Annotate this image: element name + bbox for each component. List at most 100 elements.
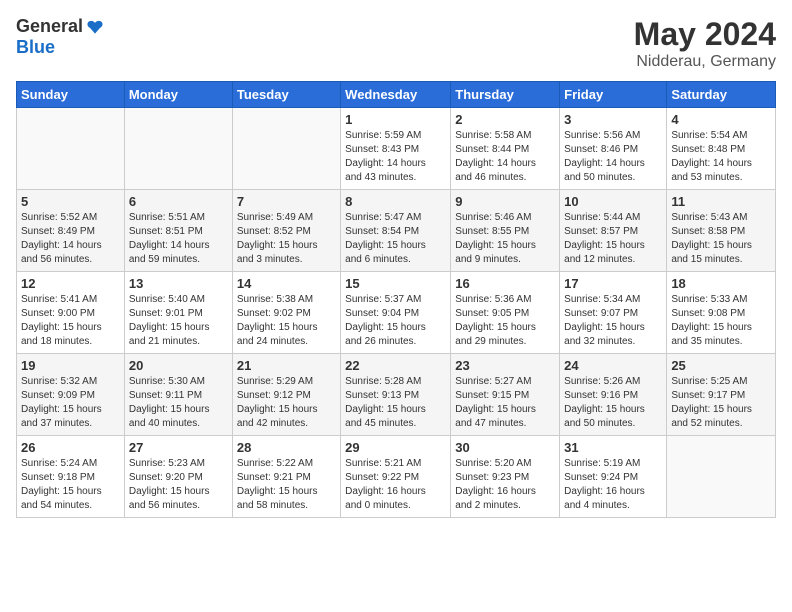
table-row: 6 Sunrise: 5:51 AM Sunset: 8:51 PM Daylig… xyxy=(124,190,232,272)
table-row: 26 Sunrise: 5:24 AM Sunset: 9:18 PM Dayli… xyxy=(17,436,125,518)
table-row: 21 Sunrise: 5:29 AM Sunset: 9:12 PM Dayli… xyxy=(232,354,340,436)
day-info: Sunrise: 5:47 AM Sunset: 8:54 PM Dayligh… xyxy=(345,211,446,267)
day-info: Sunrise: 5:29 AM Sunset: 9:12 PM Dayligh… xyxy=(237,375,336,431)
day-info: Sunrise: 5:33 AM Sunset: 9:08 PM Dayligh… xyxy=(671,293,771,349)
calendar-week-row: 19Sunrise: 5:32 AM Sunset: 9:09 PM Dayli… xyxy=(17,354,776,436)
table-row: 20Sunrise: 5:30 AM Sunset: 9:11 PM Dayli… xyxy=(124,354,232,436)
table-row: 10Sunrise: 5:44 AM Sunset: 8:57 PM Dayli… xyxy=(560,190,667,272)
day-number: 5 xyxy=(21,194,120,209)
day-number: 10 xyxy=(564,194,662,209)
logo-blue-text: Blue xyxy=(16,37,55,57)
table-row: 30 Sunrise: 5:20 AM Sunset: 9:23 PM Dayli… xyxy=(451,436,560,518)
table-row: 24 Sunrise: 5:26 AM Sunset: 9:16 PM Dayli… xyxy=(560,354,667,436)
day-number: 7 xyxy=(237,194,336,209)
day-info: Sunrise: 5:23 AM Sunset: 9:20 PM Dayligh… xyxy=(129,457,228,513)
day-number: 15 xyxy=(345,276,446,291)
weekday-header-row: Sunday Monday Tuesday Wednesday Thursday… xyxy=(17,82,776,108)
day-info: Sunrise: 5:52 AM Sunset: 8:49 PM Dayligh… xyxy=(21,211,120,267)
day-number: 23 xyxy=(455,358,555,373)
day-info: Sunrise: 5:51 AM Sunset: 8:51 PM Dayligh… xyxy=(129,211,228,267)
header-sunday: Sunday xyxy=(17,82,125,108)
table-row: 8 Sunrise: 5:47 AM Sunset: 8:54 PM Daylig… xyxy=(341,190,451,272)
table-row: 12 Sunrise: 5:41 AM Sunset: 9:00 PM Dayli… xyxy=(17,272,125,354)
header-thursday: Thursday xyxy=(451,82,560,108)
day-info: Sunrise: 5:25 AM Sunset: 9:17 PM Dayligh… xyxy=(671,375,771,431)
day-info: Sunrise: 5:20 AM Sunset: 9:23 PM Dayligh… xyxy=(455,457,555,513)
table-row xyxy=(17,108,125,190)
day-number: 27 xyxy=(129,440,228,455)
day-number: 1 xyxy=(345,112,446,127)
day-number: 16 xyxy=(455,276,555,291)
day-number: 19 xyxy=(21,358,120,373)
day-number: 8 xyxy=(345,194,446,209)
table-row: 1 Sunrise: 5:59 AM Sunset: 8:43 PM Daylig… xyxy=(341,108,451,190)
day-number: 2 xyxy=(455,112,555,127)
day-number: 26 xyxy=(21,440,120,455)
table-row: 11Sunrise: 5:43 AM Sunset: 8:58 PM Dayli… xyxy=(667,190,776,272)
table-row: 16 Sunrise: 5:36 AM Sunset: 9:05 PM Dayli… xyxy=(451,272,560,354)
day-number: 17 xyxy=(564,276,662,291)
table-row: 27 Sunrise: 5:23 AM Sunset: 9:20 PM Dayli… xyxy=(124,436,232,518)
day-number: 13 xyxy=(129,276,228,291)
day-info: Sunrise: 5:41 AM Sunset: 9:00 PM Dayligh… xyxy=(21,293,120,349)
day-info: Sunrise: 5:49 AM Sunset: 8:52 PM Dayligh… xyxy=(237,211,336,267)
day-number: 21 xyxy=(237,358,336,373)
day-info: Sunrise: 5:27 AM Sunset: 9:15 PM Dayligh… xyxy=(455,375,555,431)
day-info: Sunrise: 5:36 AM Sunset: 9:05 PM Dayligh… xyxy=(455,293,555,349)
day-info: Sunrise: 5:59 AM Sunset: 8:43 PM Dayligh… xyxy=(345,129,446,185)
table-row: 7 Sunrise: 5:49 AM Sunset: 8:52 PM Daylig… xyxy=(232,190,340,272)
header-tuesday: Tuesday xyxy=(232,82,340,108)
day-number: 22 xyxy=(345,358,446,373)
calendar-table: Sunday Monday Tuesday Wednesday Thursday… xyxy=(16,81,776,518)
day-number: 14 xyxy=(237,276,336,291)
day-info: Sunrise: 5:19 AM Sunset: 9:24 PM Dayligh… xyxy=(564,457,662,513)
header: General Blue May 2024 Nidderau, Germany xyxy=(16,16,776,71)
table-row: 3 Sunrise: 5:56 AM Sunset: 8:46 PM Daylig… xyxy=(560,108,667,190)
title-block: May 2024 Nidderau, Germany xyxy=(634,16,776,71)
title-location: Nidderau, Germany xyxy=(634,53,776,71)
page: General Blue May 2024 Nidderau, Germany … xyxy=(0,0,792,534)
day-number: 28 xyxy=(237,440,336,455)
table-row: 29Sunrise: 5:21 AM Sunset: 9:22 PM Dayli… xyxy=(341,436,451,518)
table-row: 13 Sunrise: 5:40 AM Sunset: 9:01 PM Dayli… xyxy=(124,272,232,354)
day-info: Sunrise: 5:40 AM Sunset: 9:01 PM Dayligh… xyxy=(129,293,228,349)
day-number: 12 xyxy=(21,276,120,291)
table-row: 18 Sunrise: 5:33 AM Sunset: 9:08 PM Dayli… xyxy=(667,272,776,354)
day-number: 30 xyxy=(455,440,555,455)
day-info: Sunrise: 5:30 AM Sunset: 9:11 PM Dayligh… xyxy=(129,375,228,431)
calendar-week-row: 12 Sunrise: 5:41 AM Sunset: 9:00 PM Dayli… xyxy=(17,272,776,354)
day-number: 18 xyxy=(671,276,771,291)
calendar-week-row: 1 Sunrise: 5:59 AM Sunset: 8:43 PM Daylig… xyxy=(17,108,776,190)
day-info: Sunrise: 5:24 AM Sunset: 9:18 PM Dayligh… xyxy=(21,457,120,513)
table-row xyxy=(667,436,776,518)
day-info: Sunrise: 5:58 AM Sunset: 8:44 PM Dayligh… xyxy=(455,129,555,185)
day-info: Sunrise: 5:26 AM Sunset: 9:16 PM Dayligh… xyxy=(564,375,662,431)
day-number: 6 xyxy=(129,194,228,209)
day-number: 29 xyxy=(345,440,446,455)
day-info: Sunrise: 5:54 AM Sunset: 8:48 PM Dayligh… xyxy=(671,129,771,185)
header-friday: Friday xyxy=(560,82,667,108)
table-row: 22Sunrise: 5:28 AM Sunset: 9:13 PM Dayli… xyxy=(341,354,451,436)
table-row: 17Sunrise: 5:34 AM Sunset: 9:07 PM Dayli… xyxy=(560,272,667,354)
table-row: 25Sunrise: 5:25 AM Sunset: 9:17 PM Dayli… xyxy=(667,354,776,436)
table-row xyxy=(124,108,232,190)
header-saturday: Saturday xyxy=(667,82,776,108)
day-info: Sunrise: 5:56 AM Sunset: 8:46 PM Dayligh… xyxy=(564,129,662,185)
day-info: Sunrise: 5:43 AM Sunset: 8:58 PM Dayligh… xyxy=(671,211,771,267)
table-row: 23 Sunrise: 5:27 AM Sunset: 9:15 PM Dayli… xyxy=(451,354,560,436)
logo-bird-icon xyxy=(85,17,105,37)
header-monday: Monday xyxy=(124,82,232,108)
table-row: 5 Sunrise: 5:52 AM Sunset: 8:49 PM Daylig… xyxy=(17,190,125,272)
header-wednesday: Wednesday xyxy=(341,82,451,108)
table-row: 31Sunrise: 5:19 AM Sunset: 9:24 PM Dayli… xyxy=(560,436,667,518)
day-info: Sunrise: 5:46 AM Sunset: 8:55 PM Dayligh… xyxy=(455,211,555,267)
day-number: 9 xyxy=(455,194,555,209)
day-number: 3 xyxy=(564,112,662,127)
day-number: 24 xyxy=(564,358,662,373)
day-info: Sunrise: 5:38 AM Sunset: 9:02 PM Dayligh… xyxy=(237,293,336,349)
table-row: 28Sunrise: 5:22 AM Sunset: 9:21 PM Dayli… xyxy=(232,436,340,518)
table-row: 19Sunrise: 5:32 AM Sunset: 9:09 PM Dayli… xyxy=(17,354,125,436)
logo: General Blue xyxy=(16,16,105,58)
calendar-week-row: 5 Sunrise: 5:52 AM Sunset: 8:49 PM Daylig… xyxy=(17,190,776,272)
title-month: May 2024 xyxy=(634,16,776,53)
